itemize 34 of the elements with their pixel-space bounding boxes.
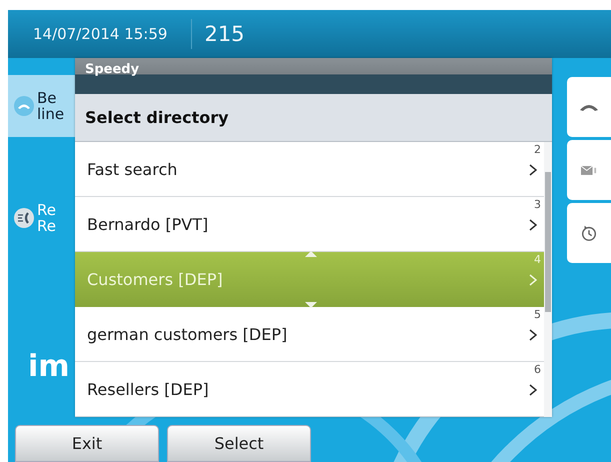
softkey-button[interactable]: Exit [15, 425, 159, 462]
handset-icon [14, 96, 34, 116]
directory-item[interactable]: Resellers [DEP] 6 [75, 362, 544, 417]
chevron-right-icon [529, 329, 537, 341]
date-time: 14/07/2014 15:59 [33, 25, 168, 43]
item-number: 2 [534, 143, 541, 156]
handset-icon [579, 102, 599, 112]
side-button[interactable] [567, 77, 611, 137]
side-button[interactable] [567, 140, 611, 200]
softkey-button[interactable]: Select [167, 425, 311, 462]
scroll-bar[interactable] [544, 142, 552, 417]
down-arrow-icon [305, 302, 317, 308]
entry-text: Be [37, 90, 58, 106]
item-number: 3 [534, 198, 541, 211]
dialog-heading: Select directory [75, 94, 552, 142]
extension-number: 215 [204, 22, 245, 46]
entry-text: Re [37, 218, 56, 234]
handset-icon [14, 208, 34, 228]
up-arrow-icon [305, 251, 317, 257]
directory-item[interactable]: german customers [DEP] 5 [75, 307, 544, 362]
entry-text: line [37, 106, 64, 122]
entry-text: Re [37, 202, 56, 218]
chevron-right-icon [529, 164, 537, 176]
envelope-icon [581, 164, 597, 176]
item-number: 6 [534, 363, 541, 376]
item-number: 5 [534, 308, 541, 321]
chevron-right-icon [529, 219, 537, 231]
chevron-right-icon [529, 384, 537, 396]
item-number: 4 [534, 253, 541, 266]
dialog-title: Speedy [75, 58, 552, 94]
directory-item[interactable]: Fast search 2 [75, 142, 544, 197]
side-button[interactable] [567, 203, 611, 263]
chevron-right-icon [529, 274, 537, 286]
logo-text: im [27, 349, 71, 384]
